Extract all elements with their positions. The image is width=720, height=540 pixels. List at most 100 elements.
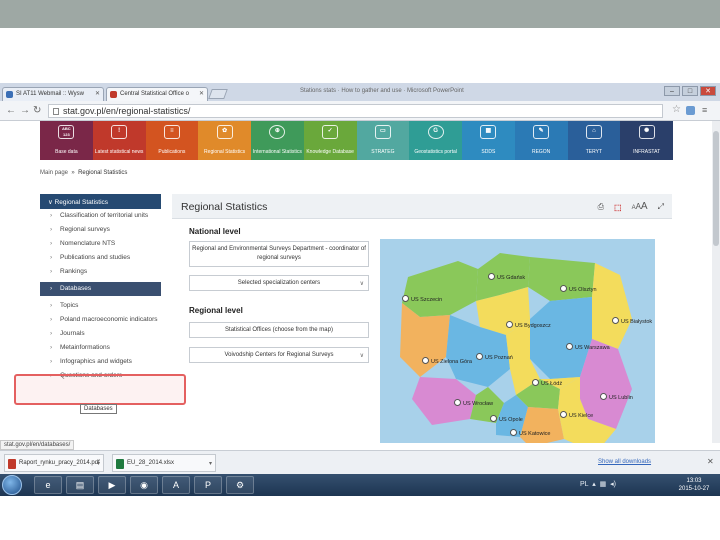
nav-tile[interactable]: ✓ Knowledge Database [303, 121, 357, 160]
vertical-scrollbar[interactable] [712, 121, 720, 443]
office-marker[interactable]: US Szczecin [402, 295, 442, 303]
databases-tooltip: Databases [80, 404, 117, 414]
office-marker[interactable]: US Warszawa [566, 343, 610, 351]
nav-tile[interactable]: ≡ Publications [145, 121, 199, 160]
pdf-icon[interactable]: ⬚ [614, 203, 622, 212]
nav-tile-label: STRATEG [371, 149, 395, 155]
nav-tile-label: INFRASTAT [633, 149, 661, 155]
nav-tile[interactable]: ✿ Regional Statistics [198, 121, 251, 160]
explorer-icon[interactable]: ▤ [66, 476, 94, 494]
sidebar-item[interactable]: Infographics and widgets [40, 355, 161, 369]
office-marker[interactable]: US Bydgoszcz [506, 321, 551, 329]
clock[interactable]: 13:03 2015-10-27 [672, 477, 716, 493]
reload-icon[interactable]: ↻ [33, 105, 41, 116]
sidebar-item[interactable]: Publications and studies [40, 251, 161, 265]
system-tray: PL ▴ ▦ ◂) [580, 480, 616, 488]
font-size-control[interactable]: AAA [632, 201, 648, 212]
tab-webmail[interactable]: SI AT11 Webmail :: Wysw ✕ [2, 87, 104, 101]
close-tab-icon[interactable]: ✕ [95, 90, 100, 97]
regional-level-heading: Regional level [189, 306, 243, 315]
bookmark-star-icon[interactable]: ☆ [672, 104, 681, 115]
centers-select[interactable]: Selected specialization centers ∨ [189, 275, 369, 291]
office-marker[interactable]: US Lublin [600, 393, 633, 401]
offices-button[interactable]: Statistical Offices (choose from the map… [189, 322, 369, 338]
nav-tile[interactable]: ✎ REGON [514, 121, 568, 160]
region-mazowieckie[interactable] [530, 297, 592, 379]
nav-tile[interactable]: ▭ STRATEG [356, 121, 410, 160]
back-icon[interactable]: ← [6, 105, 16, 116]
sidebar-item[interactable]: Metainformations [40, 341, 161, 355]
nav-tile[interactable]: ! Latest statistical news [92, 121, 146, 160]
ie-icon[interactable]: e [34, 476, 62, 494]
menu-icon[interactable]: ≡ [702, 105, 707, 115]
close-window-icon[interactable]: ✕ [700, 86, 716, 96]
nav-tile[interactable]: ⊕ International Statistics [251, 121, 304, 160]
close-tab-icon[interactable]: ✕ [199, 90, 204, 97]
office-marker[interactable]: US Łódź [532, 379, 562, 387]
page-tools: ⎙ ⬚ AAA ⤢ [598, 201, 664, 212]
nav-tile[interactable]: ABC 123 Base data [40, 121, 93, 160]
language-indicator[interactable]: PL [580, 481, 588, 488]
download-item-pdf[interactable]: Raport_rynku_pracy_2014.pdf ▾ [4, 454, 104, 472]
dept-button[interactable]: Regional and Environmental Surveys Depar… [189, 241, 369, 267]
sidebar-item[interactable]: Journals [40, 327, 161, 341]
nav-tile[interactable]: ⌂ TERYT [567, 121, 621, 160]
tray-arrows-icon[interactable]: ▴ [592, 481, 596, 488]
nav-tile-icon: ⌂ [585, 125, 602, 139]
sidebar-item[interactable]: Nomenclature NTS [40, 237, 161, 251]
media-player-icon[interactable]: ▶ [98, 476, 126, 494]
breadcrumb-home[interactable]: Main page [40, 170, 68, 176]
region-malopolskie[interactable] [520, 407, 564, 443]
url-field[interactable]: stat.gov.pl/en/regional-statistics/ [48, 104, 663, 118]
volume-icon[interactable]: ◂) [610, 481, 616, 488]
chevron-down-icon[interactable]: ▾ [209, 460, 212, 467]
office-marker[interactable]: US Katowice [510, 429, 551, 437]
office-marker[interactable]: US Białystok [612, 317, 652, 325]
office-marker[interactable]: US Poznań [476, 353, 513, 361]
voivodship-select[interactable]: Voivodship Centers for Regional Surveys … [189, 347, 369, 363]
sidebar-item[interactable]: Topics [40, 299, 161, 313]
chevron-down-icon: ∨ [359, 353, 364, 359]
office-marker[interactable]: US Zielona Góra [422, 357, 472, 365]
chrome-icon[interactable]: ◉ [130, 476, 158, 494]
new-tab-button[interactable] [208, 89, 228, 99]
show-all-downloads-link[interactable]: Show all downloads [598, 459, 651, 465]
settings-app-icon[interactable]: ⚙ [226, 476, 254, 494]
nav-tile[interactable]: ▦ SDDS [462, 121, 515, 160]
sidebar-item[interactable]: Poland macroeconomic indicators [40, 313, 161, 327]
maximize-icon[interactable]: □ [682, 86, 698, 96]
sidebar-item[interactable]: Rankings [40, 265, 161, 279]
region-zachodniopomorskie[interactable] [402, 261, 478, 317]
chevron-down-icon[interactable]: ▾ [97, 460, 100, 467]
print-icon[interactable]: ⎙ [598, 202, 604, 212]
sidebar-item[interactable]: Classification of territorial units [40, 209, 161, 223]
network-icon[interactable]: ▦ [600, 481, 607, 488]
share-icon[interactable]: ⤢ [658, 202, 664, 212]
nav-tile[interactable]: ✺ INFRASTAT [620, 121, 673, 160]
sidebar-item[interactable]: Regional surveys [40, 223, 161, 237]
sidebar-title[interactable]: ∨ Regional Statistics [40, 194, 161, 209]
office-marker[interactable]: US Kielce [560, 411, 593, 419]
office-marker[interactable]: US Gdańsk [488, 273, 525, 281]
forward-icon[interactable]: → [20, 105, 30, 116]
close-downloads-icon[interactable]: ✕ [707, 457, 714, 466]
start-button[interactable] [2, 475, 22, 495]
powerpoint-icon[interactable]: P [194, 476, 222, 494]
acrobat-icon[interactable]: A [162, 476, 190, 494]
office-marker[interactable]: US Wrocław [454, 399, 493, 407]
download-item-xlsx[interactable]: EU_28_2014.xlsx ▾ [112, 454, 216, 472]
nav-tile[interactable]: G Geostatistics portal [409, 121, 462, 160]
pdf-file-icon [8, 459, 16, 469]
region-warminsko-mazurskie[interactable] [528, 257, 595, 301]
minimize-icon[interactable]: – [664, 86, 680, 96]
nav-tile-icon: ABC 123 [58, 125, 75, 139]
office-marker[interactable]: US Opole [490, 415, 523, 423]
tab-stat-gov[interactable]: Central Statistical Office o ✕ [106, 87, 208, 101]
extension-icon[interactable] [686, 106, 695, 115]
poland-map[interactable]: US Gdańsk US Olsztyn US Szczecin US Bydgosz… [380, 239, 655, 443]
scrollbar-thumb[interactable] [713, 131, 719, 246]
region-podlaskie[interactable] [592, 263, 632, 349]
office-marker[interactable]: US Olsztyn [560, 285, 597, 293]
clock-time: 13:03 [686, 478, 702, 484]
sidebar-item[interactable]: Databases [40, 282, 161, 296]
